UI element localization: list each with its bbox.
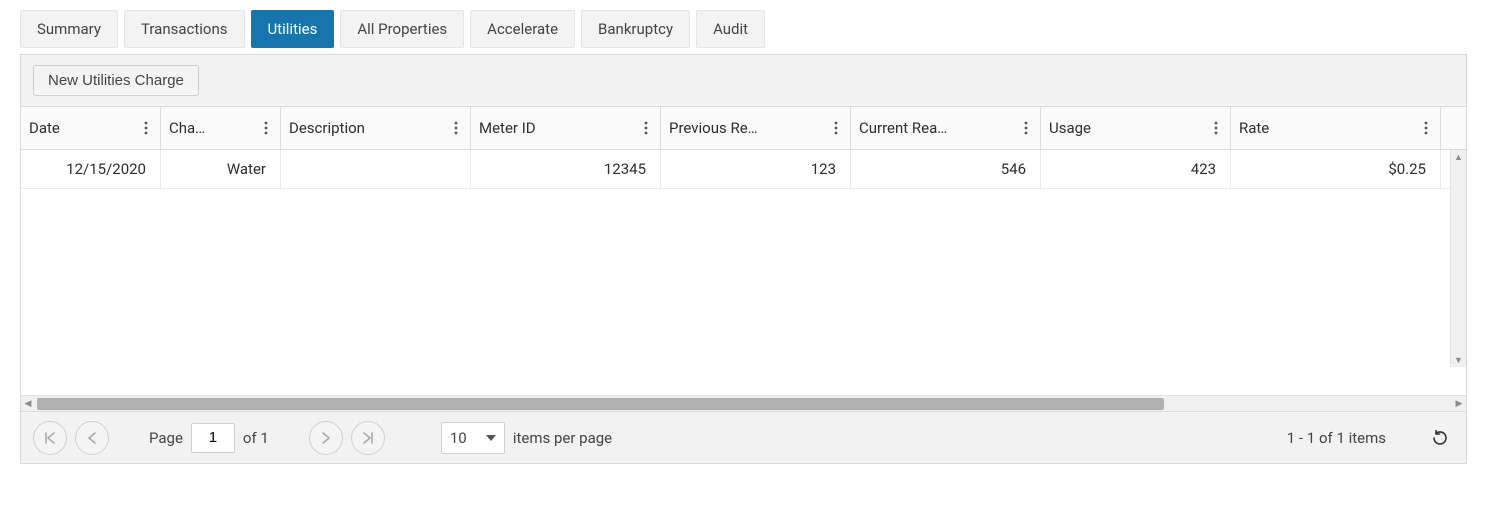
col-header-label: Usage (1049, 119, 1091, 137)
col-header-previous-reading[interactable]: Previous Re… (661, 107, 851, 149)
cell-charge: Water (161, 150, 281, 188)
utilities-grid: Date Cha… Description (21, 107, 1466, 463)
tab-utilities[interactable]: Utilities (251, 10, 335, 48)
tab-all-properties[interactable]: All Properties (340, 10, 464, 48)
cell-date: 12/15/2020 (21, 150, 161, 188)
pager-next-button[interactable] (309, 421, 343, 455)
scroll-thumb[interactable] (37, 398, 1164, 410)
grid-header-row: Date Cha… Description (21, 107, 1466, 150)
col-header-meter-id[interactable]: Meter ID (471, 107, 661, 149)
col-header-charge[interactable]: Cha… (161, 107, 281, 149)
cell-usage: 423 (1041, 150, 1231, 188)
pager-prev-button[interactable] (75, 421, 109, 455)
tab-summary[interactable]: Summary (20, 10, 118, 48)
col-header-description[interactable]: Description (281, 107, 471, 149)
vertical-dots-icon[interactable] (258, 119, 274, 137)
chevron-left-icon (87, 432, 97, 444)
pager-last-button[interactable] (351, 421, 385, 455)
cell-description (281, 150, 471, 188)
refresh-icon (1431, 429, 1449, 447)
tab-audit[interactable]: Audit (696, 10, 765, 48)
vertical-dots-icon[interactable] (1418, 119, 1434, 137)
table-row[interactable]: 12/15/2020 Water 12345 123 546 423 $0.25 (21, 150, 1466, 189)
pager-page-size-select[interactable]: 10 (441, 422, 505, 454)
vertical-dots-icon[interactable] (1018, 119, 1034, 137)
pager-refresh-button[interactable] (1426, 424, 1454, 452)
column-menu-icon[interactable] (138, 119, 154, 137)
col-header-label: Meter ID (479, 119, 536, 137)
pager-page-size-value: 10 (450, 429, 467, 447)
grid-body: 12/15/2020 Water 12345 123 546 423 $0.25… (21, 150, 1466, 395)
col-header-label: Description (289, 119, 365, 137)
vertical-dots-icon[interactable] (448, 119, 464, 137)
vertical-scrollbar[interactable]: ▲ ▼ (1450, 150, 1466, 367)
first-page-icon (44, 432, 56, 444)
tab-bankruptcy[interactable]: Bankruptcy (581, 10, 690, 48)
col-header-label: Date (29, 119, 60, 137)
col-header-scroll-pad (1441, 107, 1466, 149)
tab-transactions[interactable]: Transactions (124, 10, 245, 48)
tab-bar: Summary Transactions Utilities All Prope… (20, 10, 1467, 48)
col-header-label: Rate (1239, 119, 1269, 137)
grid-pager: Page of 1 10 items per page (21, 411, 1466, 463)
cell-previous-reading: 123 (661, 150, 851, 188)
utilities-panel: New Utilities Charge Date Cha… Descr (20, 54, 1467, 464)
scroll-up-icon[interactable]: ▲ (1451, 150, 1466, 164)
scroll-down-icon[interactable]: ▼ (1451, 353, 1466, 367)
pager-page-input[interactable] (191, 423, 235, 453)
col-header-label: Previous Re… (669, 119, 758, 137)
pager-first-button[interactable] (33, 421, 67, 455)
col-header-rate[interactable]: Rate (1231, 107, 1441, 149)
vertical-dots-icon[interactable] (828, 119, 844, 137)
scroll-right-icon[interactable]: ▶ (1452, 399, 1466, 409)
cell-meter-id: 12345 (471, 150, 661, 188)
pager-page-label: Page (149, 429, 183, 447)
cell-rate: $0.25 (1231, 150, 1441, 188)
new-utilities-charge-button[interactable]: New Utilities Charge (33, 65, 199, 96)
tab-accelerate[interactable]: Accelerate (470, 10, 575, 48)
vertical-dots-icon[interactable] (1208, 119, 1224, 137)
col-header-label: Cha… (169, 119, 205, 137)
vertical-dots-icon[interactable] (638, 119, 654, 137)
pager-summary: 1 - 1 of 1 items (1287, 429, 1386, 447)
caret-down-icon (486, 435, 496, 441)
scroll-left-icon[interactable]: ◀ (21, 399, 35, 409)
col-header-usage[interactable]: Usage (1041, 107, 1231, 149)
pager-items-per-page-label: items per page (513, 429, 612, 447)
last-page-icon (362, 432, 374, 444)
grid-toolbar: New Utilities Charge (21, 55, 1466, 107)
col-header-current-reading[interactable]: Current Rea… (851, 107, 1041, 149)
col-header-date[interactable]: Date (21, 107, 161, 149)
pager-of-text: of 1 (243, 429, 269, 447)
col-header-label: Current Rea… (859, 119, 947, 137)
horizontal-scrollbar[interactable]: ◀ ▶ (21, 395, 1466, 411)
cell-current-reading: 546 (851, 150, 1041, 188)
chevron-right-icon (321, 432, 331, 444)
